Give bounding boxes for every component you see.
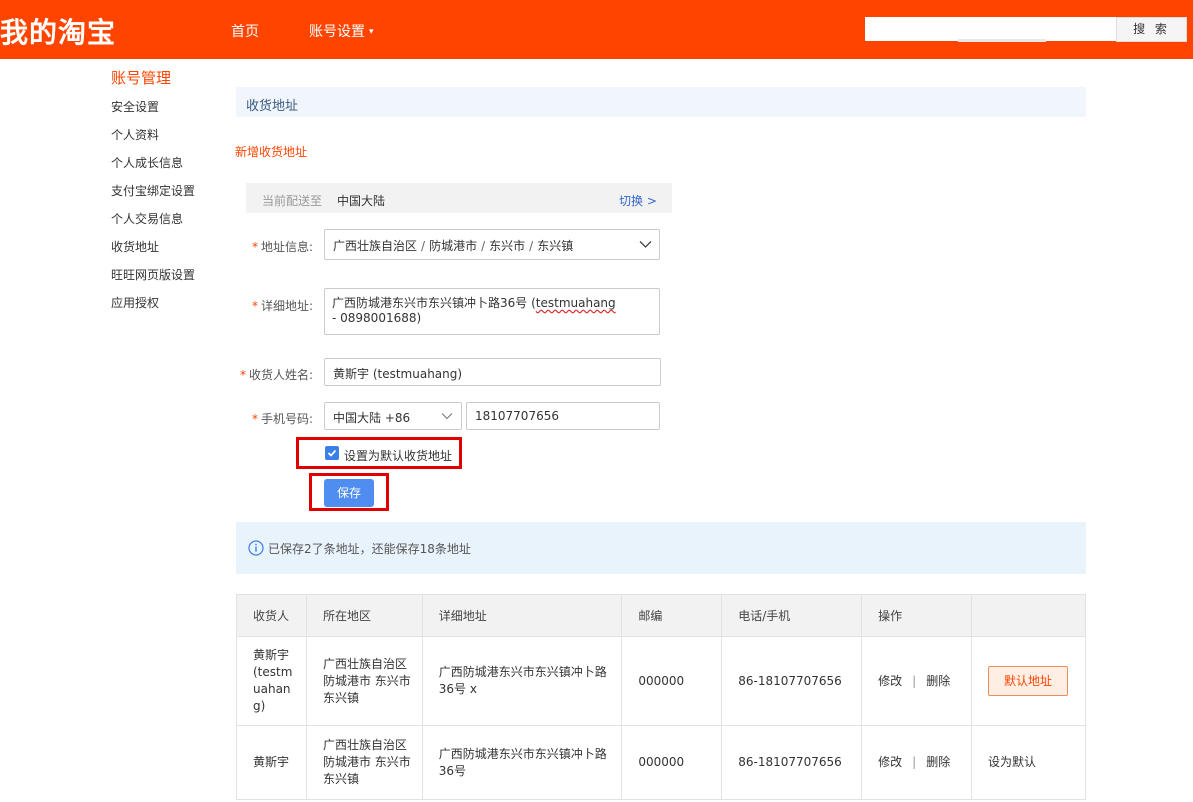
default-address-checkbox[interactable] bbox=[325, 446, 339, 460]
region-town: 东兴镇 bbox=[537, 239, 574, 253]
taobao-logo[interactable]: 我的淘宝 bbox=[0, 11, 116, 51]
region-label: * 地址信息: bbox=[252, 238, 313, 255]
column-header: 操作 bbox=[861, 594, 972, 637]
sidebar-item-profile[interactable]: 个人资料 bbox=[111, 126, 159, 143]
region-province: 广西壮族自治区 bbox=[333, 239, 418, 253]
recipient-name-value: 黄斯宇 (testmuahang) bbox=[333, 367, 463, 381]
region-cell: 广西壮族自治区 防城港市 东兴市 东兴镇 bbox=[305, 725, 423, 800]
zip-cell: 000000 bbox=[621, 636, 723, 726]
region-separator: / bbox=[481, 239, 486, 253]
table-header-row: 收货人 所在地区 详细地址 邮编 电话/手机 操作 bbox=[236, 594, 1087, 637]
detail-cell: 广西防城港东兴市东兴镇冲卜路36号 x bbox=[421, 636, 623, 726]
info-icon bbox=[248, 540, 264, 556]
recipient-cell: 黄斯宇 bbox=[236, 725, 307, 800]
detail-label: * 详细地址: bbox=[252, 297, 313, 314]
sidebar-item-trade-info[interactable]: 个人交易信息 bbox=[111, 210, 183, 227]
detail-address-textarea[interactable]: 广西防城港东兴市东兴镇冲卜路36号 (testmuahang - 0898001… bbox=[324, 288, 660, 335]
phone-input[interactable]: 18107707656 bbox=[466, 402, 660, 430]
column-header: 邮编 bbox=[621, 594, 723, 637]
sidebar-item-alipay[interactable]: 支付宝绑定设置 bbox=[111, 182, 195, 199]
sidebar-item-app-auth[interactable]: 应用授权 bbox=[111, 294, 159, 311]
new-address-link[interactable]: 新增收货地址 bbox=[235, 143, 307, 160]
recipient-cell: 黄斯宇 (testm uahan g) bbox=[236, 636, 307, 726]
delivery-label: 当前配送至 bbox=[262, 194, 323, 208]
zip-cell: 000000 bbox=[621, 725, 723, 800]
region-cell: 广西壮族自治区 防城港市 东兴市 东兴镇 bbox=[305, 636, 423, 726]
detail-address-suffix: - 0898001688) bbox=[332, 311, 422, 325]
search-input-underline bbox=[958, 39, 1046, 42]
name-label-text: 收货人姓名: bbox=[249, 368, 314, 382]
sidebar-item-security[interactable]: 安全设置 bbox=[111, 98, 159, 115]
table-row: 黄斯宇 (testm uahan g) 广西壮族自治区 防城港市 东兴市 东兴镇… bbox=[236, 636, 1087, 726]
chevron-down-icon bbox=[639, 241, 652, 248]
chevron-down-icon: ▾ bbox=[369, 27, 374, 37]
region-county: 东兴市 bbox=[489, 239, 526, 253]
delete-link[interactable]: 删除 bbox=[926, 674, 950, 688]
phone-cell: 86-18107707656 bbox=[721, 725, 863, 800]
detail-address-prefix: 广西防城港东兴市东兴镇冲卜路36号 ( bbox=[332, 296, 536, 310]
required-mark: * bbox=[252, 412, 258, 426]
default-cell: 设为默认 bbox=[970, 725, 1087, 800]
edit-link[interactable]: 修改 bbox=[878, 755, 902, 769]
region-separator: / bbox=[529, 239, 534, 253]
edit-link[interactable]: 修改 bbox=[878, 674, 902, 688]
search-input[interactable] bbox=[865, 17, 1116, 41]
detail-cell: 广西防城港东兴市东兴镇冲卜路36号 bbox=[421, 725, 623, 800]
section-header: 收货地址 bbox=[236, 87, 1086, 117]
delivery-switch-link[interactable]: 切换 > bbox=[619, 192, 657, 209]
default-address-checkbox-label[interactable]: 设置为默认收货地址 bbox=[344, 447, 452, 464]
detail-label-text: 详细地址: bbox=[261, 299, 314, 313]
phone-label-text: 手机号码: bbox=[261, 412, 314, 426]
phone-label: * 手机号码: bbox=[252, 410, 313, 427]
nav-account-settings-label: 账号设置 bbox=[309, 24, 365, 40]
region-select[interactable]: 广西壮族自治区 / 防城港市 / 东兴市 / 东兴镇 bbox=[324, 229, 660, 260]
column-header: 电话/手机 bbox=[721, 594, 863, 637]
recipient-name-input[interactable]: 黄斯宇 (testmuahang) bbox=[324, 358, 661, 386]
chevron-down-icon bbox=[441, 413, 453, 420]
op-separator: | bbox=[912, 755, 917, 769]
sidebar-item-growth[interactable]: 个人成长信息 bbox=[111, 154, 183, 171]
column-header: 收货人 bbox=[236, 594, 307, 637]
check-icon bbox=[327, 449, 337, 457]
sidebar-title: 账号管理 bbox=[111, 69, 172, 87]
required-mark: * bbox=[252, 299, 258, 313]
detail-address-value: 广西防城港东兴市东兴镇冲卜路36号 (testmuahang - 0898001… bbox=[332, 296, 622, 326]
operations-cell: 修改 | 删除 bbox=[861, 725, 972, 800]
region-label-text: 地址信息: bbox=[261, 240, 314, 254]
country-code-select[interactable]: 中国大陆 +86 bbox=[324, 402, 462, 430]
country-code-value: 中国大陆 +86 bbox=[333, 411, 411, 425]
sidebar-item-address[interactable]: 收货地址 bbox=[111, 238, 159, 255]
top-bar: 我的淘宝 首页 账号设置 ▾ 搜 索 bbox=[0, 0, 1193, 59]
region-city: 防城港市 bbox=[429, 239, 478, 253]
default-address-badge[interactable]: 默认地址 bbox=[987, 666, 1068, 696]
table-row: 黄斯宇 广西壮族自治区 防城港市 东兴市 东兴镇 广西防城港东兴市东兴镇冲卜路3… bbox=[236, 725, 1087, 800]
search-button[interactable]: 搜 索 bbox=[1116, 17, 1187, 42]
info-banner: 已保存2了条地址，还能保存18条地址 bbox=[236, 522, 1086, 574]
save-button[interactable]: 保存 bbox=[324, 479, 374, 507]
region-separator: / bbox=[421, 239, 426, 253]
column-header bbox=[970, 594, 1087, 637]
phone-cell: 86-18107707656 bbox=[721, 636, 863, 726]
required-mark: * bbox=[252, 240, 258, 254]
op-separator: | bbox=[912, 673, 917, 688]
address-table: 收货人 所在地区 详细地址 邮编 电话/手机 操作 黄斯宇 (testm uah… bbox=[236, 594, 1087, 800]
delete-link[interactable]: 删除 bbox=[926, 755, 950, 769]
column-header: 详细地址 bbox=[421, 594, 623, 637]
phone-value: 18107707656 bbox=[475, 409, 559, 423]
required-mark: * bbox=[240, 368, 246, 382]
spellcheck-word: testmuahang bbox=[535, 296, 616, 310]
page-title: 收货地址 bbox=[246, 99, 299, 114]
default-cell: 默认地址 bbox=[970, 636, 1087, 726]
column-header: 所在地区 bbox=[305, 594, 423, 637]
nav-home[interactable]: 首页 bbox=[231, 21, 259, 41]
sidebar-item-wangwang[interactable]: 旺旺网页版设置 bbox=[111, 266, 195, 283]
name-label: * 收货人姓名: bbox=[240, 366, 313, 383]
operations-cell: 修改 | 删除 bbox=[861, 636, 972, 726]
nav-account-settings[interactable]: 账号设置 ▾ bbox=[309, 21, 374, 41]
delivery-region-bar: 当前配送至 中国大陆 切换 > bbox=[246, 183, 672, 213]
region-value: 广西壮族自治区 / 防城港市 / 东兴市 / 东兴镇 bbox=[333, 237, 573, 254]
delivery-value: 中国大陆 bbox=[337, 194, 386, 208]
set-default-link[interactable]: 设为默认 bbox=[988, 755, 1036, 769]
info-text: 已保存2了条地址，还能保存18条地址 bbox=[268, 542, 471, 556]
